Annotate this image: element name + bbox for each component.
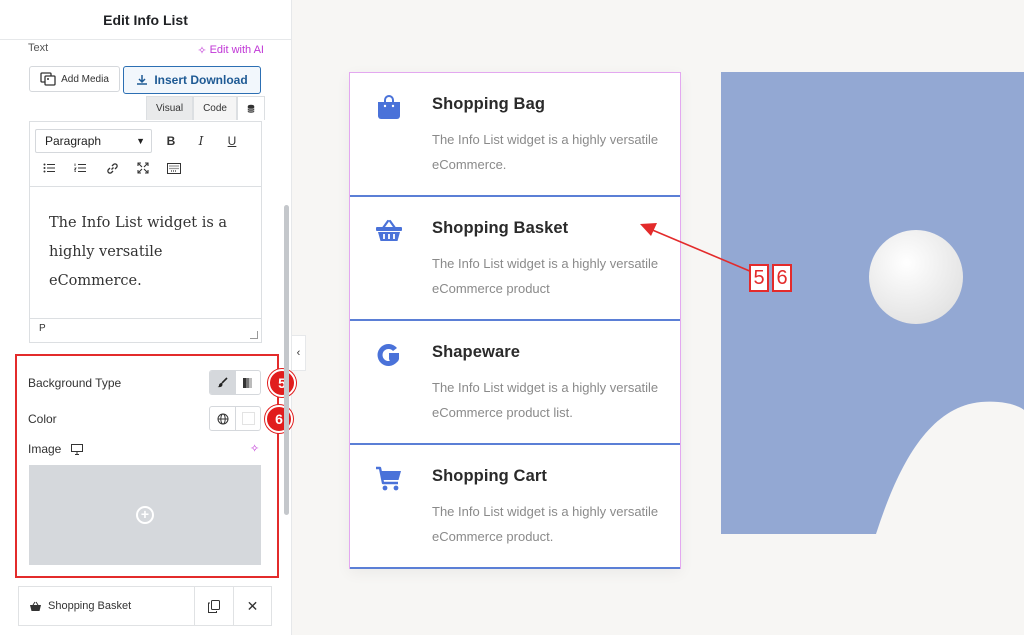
tab-visual[interactable]: Visual	[146, 96, 194, 120]
numbered-list-icon	[74, 163, 86, 172]
edit-with-ai-link[interactable]: ✧ Edit with AI	[197, 42, 264, 58]
underline-button[interactable]: U	[223, 132, 241, 150]
brush-icon	[217, 377, 228, 388]
element-path: P	[39, 323, 46, 334]
panel-scrollbar[interactable]	[284, 205, 289, 515]
paragraph-format-select[interactable]: Paragraph ▼	[35, 129, 152, 153]
resize-handle[interactable]	[250, 331, 258, 339]
color-swatch	[241, 412, 255, 425]
globe-icon	[217, 413, 228, 424]
background-type-label: Background Type	[28, 376, 122, 390]
rich-text-editor: Paragraph ▼ B I U The Info List widget i…	[29, 121, 262, 343]
shapeware-icon	[377, 344, 399, 366]
info-list-widget[interactable]: Shopping Bag The Info List widget is a h…	[349, 72, 681, 569]
database-icon	[247, 104, 255, 113]
chevron-left-icon: ‹	[296, 347, 301, 359]
repeater-item-row: Shopping Basket ✕	[18, 586, 272, 626]
edit-with-ai-label: Edit with AI	[209, 44, 264, 56]
color-label: Color	[28, 412, 57, 426]
image-control-row: Image	[28, 442, 84, 456]
item-description: The Info List widget is a highly versati…	[432, 132, 659, 172]
image-label: Image	[28, 442, 62, 456]
item-title: Shopping Bag	[432, 95, 546, 113]
tab-code[interactable]: Code	[193, 96, 237, 120]
media-icon	[40, 72, 56, 86]
item-description: The Info List widget is a highly versati…	[432, 504, 659, 544]
background-gradient-option[interactable]	[235, 371, 260, 394]
background-classic-option[interactable]	[210, 371, 235, 394]
list-item[interactable]: Shopping Cart The Info List widget is a …	[350, 445, 680, 569]
item-description: The Info List widget is a highly versati…	[432, 380, 659, 420]
list-item[interactable]: Shopping Bag The Info List widget is a h…	[350, 73, 680, 197]
basket-icon	[30, 601, 41, 611]
global-colors-button[interactable]	[210, 407, 235, 430]
insert-download-label: Insert Download	[154, 73, 248, 87]
paragraph-select-value: Paragraph	[45, 134, 102, 148]
collapse-panel-button[interactable]: ‹	[292, 335, 306, 371]
repeater-item-title[interactable]: Shopping Basket	[19, 587, 195, 625]
editor-panel: Edit Info List Text ✧ Edit with AI Add M…	[0, 0, 296, 635]
color-control	[209, 406, 261, 431]
item-description: The Info List widget is a highly versati…	[432, 256, 659, 296]
item-title: Shapeware	[432, 343, 521, 361]
desktop-icon[interactable]	[71, 443, 84, 455]
image-upload-area[interactable]: +	[29, 465, 261, 565]
step-labels: 5 6	[749, 264, 792, 292]
list-item[interactable]: Shapeware The Info List widget is a high…	[350, 321, 680, 445]
fullscreen-button[interactable]	[134, 159, 152, 177]
editor-content[interactable]: The Info List widget is a highly versati…	[30, 187, 261, 319]
item-title: Shopping Basket	[432, 219, 569, 237]
background-type-toggle	[209, 370, 261, 395]
list-item[interactable]: Shopping Basket The Info List widget is …	[350, 197, 680, 321]
step-5-badge: 5	[268, 369, 296, 397]
step-label-5: 5	[749, 264, 769, 292]
remove-button[interactable]: ✕	[233, 587, 271, 625]
shopping-bag-icon	[378, 95, 400, 119]
placeholder-graphic	[869, 230, 1024, 534]
plus-icon: +	[136, 506, 154, 524]
panel-title: Edit Info List	[0, 0, 291, 40]
repeater-item-label: Shopping Basket	[48, 600, 132, 612]
bullet-list-button[interactable]	[40, 159, 58, 177]
add-media-button[interactable]: Add Media	[29, 66, 120, 92]
italic-button[interactable]: I	[192, 132, 210, 150]
text-control-row: Text ✧ Edit with AI	[28, 42, 264, 58]
bold-button[interactable]: B	[162, 132, 180, 150]
insert-download-button[interactable]: Insert Download	[123, 66, 261, 94]
dropdown-arrow-icon: ▼	[136, 136, 145, 146]
link-button[interactable]	[103, 159, 121, 177]
keyboard-button[interactable]	[165, 159, 183, 177]
duplicate-button[interactable]	[195, 587, 233, 625]
link-icon	[106, 162, 118, 174]
numbered-list-button[interactable]	[71, 159, 89, 177]
editor-status-bar: P	[30, 318, 261, 342]
editor-toolbar: Paragraph ▼ B I U	[30, 122, 261, 187]
close-icon: ✕	[246, 597, 259, 614]
placeholder-image	[721, 72, 1024, 534]
add-media-label: Add Media	[61, 73, 109, 85]
keyboard-icon	[167, 162, 181, 174]
ai-sparkle-icon[interactable]: ✧	[250, 442, 259, 455]
dynamic-tags-button[interactable]	[236, 96, 265, 120]
editor-tabs: Visual Code	[146, 96, 265, 120]
ai-sparkle-icon: ✧	[197, 44, 207, 57]
color-picker-swatch[interactable]	[235, 407, 260, 430]
shopping-basket-icon	[376, 219, 402, 241]
text-label: Text	[28, 42, 49, 54]
copy-icon	[208, 599, 220, 613]
fullscreen-icon	[137, 162, 149, 174]
download-icon	[137, 75, 148, 85]
shopping-cart-icon	[376, 466, 401, 491]
bullet-list-icon	[43, 163, 55, 173]
item-title: Shopping Cart	[432, 467, 547, 485]
step-label-6: 6	[772, 264, 792, 292]
gradient-icon	[243, 377, 252, 388]
